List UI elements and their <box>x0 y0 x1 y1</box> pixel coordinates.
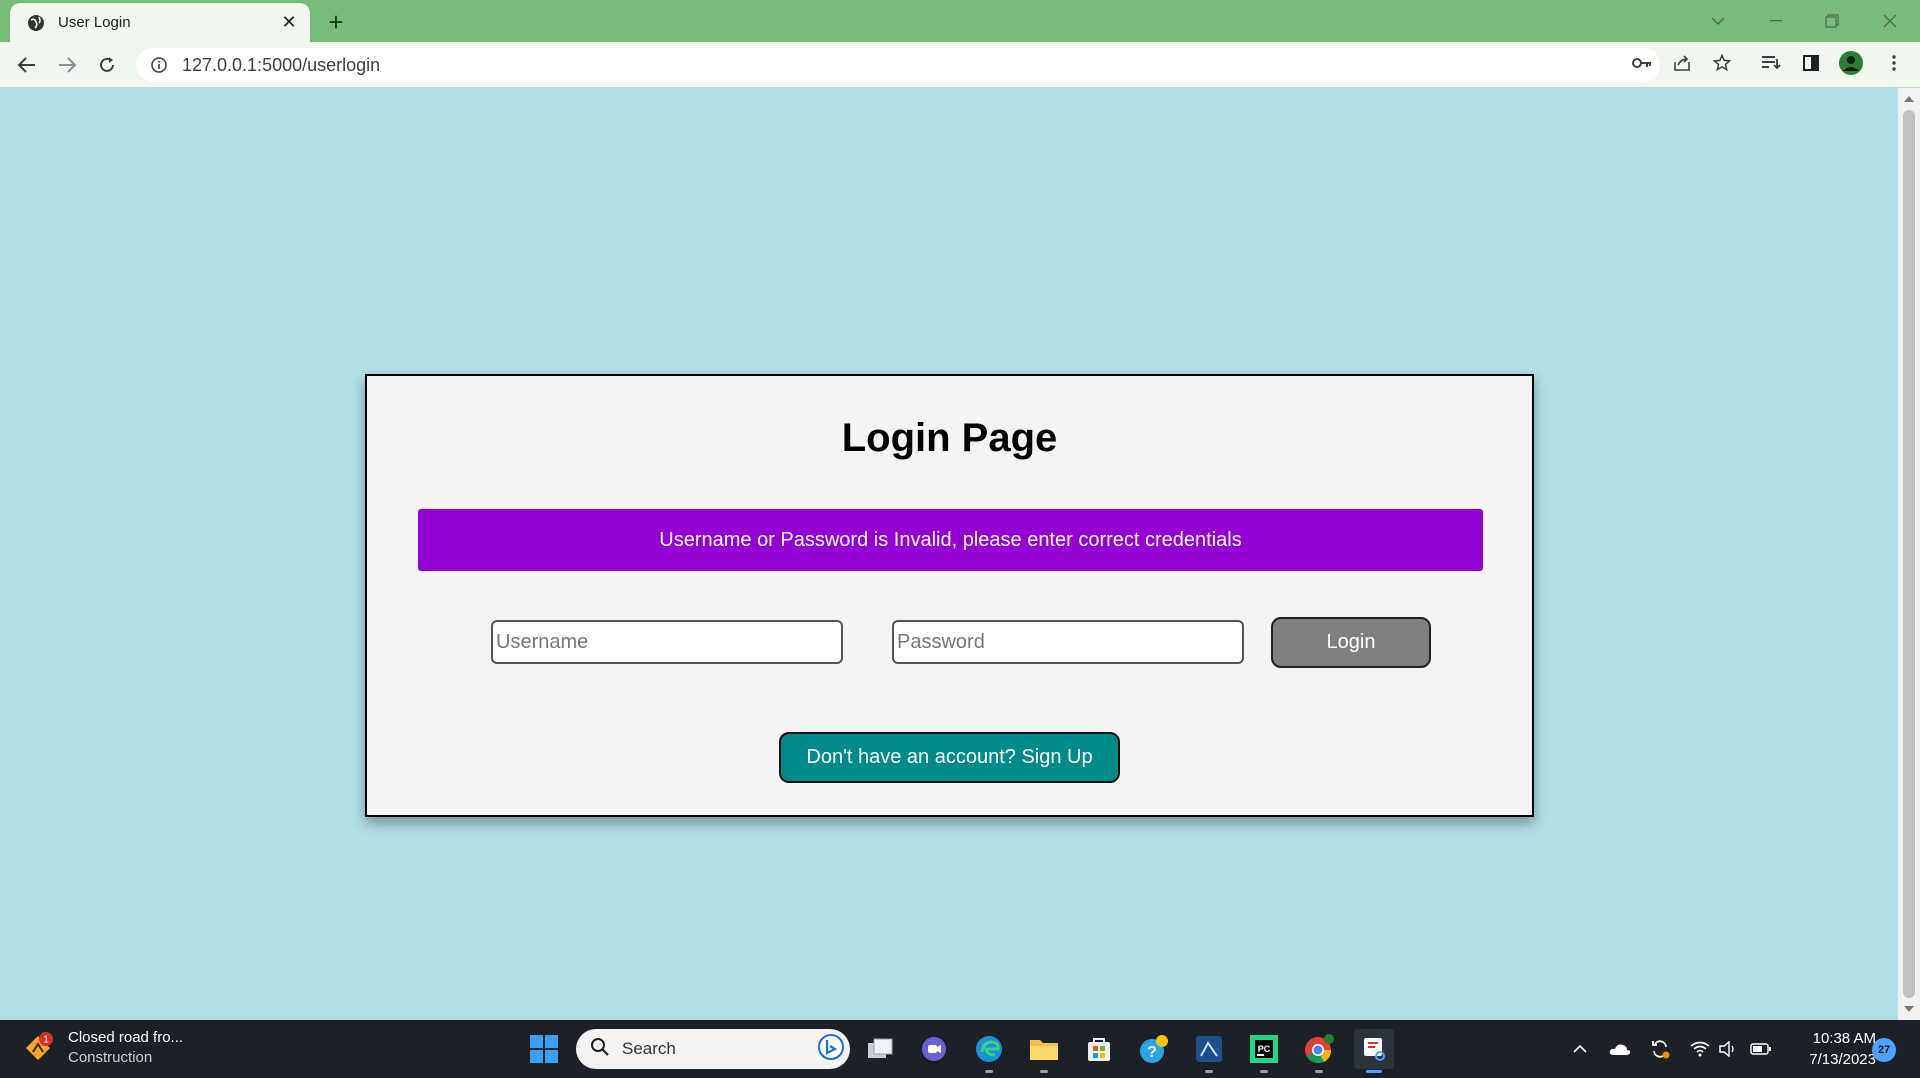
new-tab-button[interactable]: + <box>322 7 350 37</box>
running-indicator <box>1315 1070 1323 1073</box>
signup-button[interactable]: Don't have an account? Sign Up <box>779 732 1120 783</box>
login-button[interactable]: Login <box>1271 617 1431 668</box>
restore-button[interactable] <box>1810 6 1854 36</box>
tab-strip: User Login ✕ + <box>0 0 1920 42</box>
bing-icon[interactable] <box>818 1033 844 1065</box>
svg-text:?: ? <box>1147 1044 1157 1061</box>
store-icon[interactable] <box>1079 1029 1119 1069</box>
task-view-icon[interactable] <box>860 1029 900 1069</box>
running-indicator <box>1260 1070 1268 1073</box>
road-closed-icon: 1 <box>22 1032 54 1064</box>
bookmark-star-icon[interactable] <box>1707 48 1737 78</box>
scroll-down-arrow[interactable] <box>1904 1006 1914 1012</box>
site-info-icon[interactable] <box>150 56 168 74</box>
search-label: Search <box>622 1039 676 1058</box>
running-indicator <box>985 1070 993 1073</box>
address-bar[interactable]: 127.0.0.1:5000/userlogin <box>136 48 1660 82</box>
scroll-up-arrow[interactable] <box>1904 96 1914 102</box>
weather-subtitle: Construction <box>68 1049 153 1066</box>
clock-time: 10:38 AM <box>1812 1030 1876 1047</box>
battery-icon[interactable] <box>1747 1034 1775 1064</box>
url-text: 127.0.0.1:5000/userlogin <box>182 54 381 75</box>
page-scrollbar[interactable] <box>1898 88 1920 1020</box>
page-viewport: Login Page Username or Password is Inval… <box>0 88 1898 1020</box>
reading-list-icon[interactable] <box>1756 48 1786 78</box>
share-icon[interactable] <box>1667 48 1697 78</box>
close-window-button[interactable] <box>1868 6 1912 36</box>
reload-button[interactable] <box>92 50 122 80</box>
close-tab-icon[interactable]: ✕ <box>278 12 300 34</box>
onedrive-icon[interactable] <box>1606 1034 1634 1064</box>
show-hidden-icons-icon[interactable] <box>1566 1034 1594 1064</box>
search-icon <box>590 1037 610 1062</box>
minimize-button[interactable] <box>1754 6 1798 36</box>
back-button[interactable] <box>12 50 42 80</box>
taskbar: 1 Closed road fro... Construction Search <box>0 1020 1920 1078</box>
wifi-icon[interactable] <box>1686 1034 1714 1064</box>
menu-icon[interactable] <box>1879 48 1909 78</box>
weather-title: Closed road fro... <box>68 1029 184 1046</box>
side-panel-icon[interactable] <box>1796 48 1826 78</box>
running-indicator <box>1040 1070 1048 1073</box>
clock-date: 7/13/2023 <box>1809 1051 1876 1068</box>
browser-tab[interactable]: User Login ✕ <box>10 3 310 42</box>
profile-avatar[interactable] <box>1836 48 1866 78</box>
browser-toolbar: 127.0.0.1:5000/userlogin <box>0 42 1920 88</box>
running-indicator <box>1205 1070 1213 1073</box>
password-input[interactable] <box>892 620 1244 664</box>
weather-badge: 1 <box>43 1035 49 1046</box>
start-icon[interactable] <box>524 1029 564 1069</box>
key-icon[interactable] <box>1627 48 1657 78</box>
username-input[interactable] <box>491 620 843 664</box>
vscode-icon[interactable] <box>1189 1029 1229 1073</box>
file-explorer-icon[interactable] <box>1024 1029 1064 1073</box>
login-card: Login Page Username or Password is Inval… <box>365 374 1534 817</box>
forward-button[interactable] <box>52 50 82 80</box>
edge-icon[interactable] <box>969 1029 1009 1073</box>
taskbar-search[interactable]: Search <box>576 1029 850 1069</box>
volume-icon[interactable] <box>1714 1034 1742 1064</box>
tab-search-icon[interactable] <box>1696 6 1740 36</box>
snipping-tool-icon[interactable] <box>1354 1029 1394 1073</box>
help-icon[interactable]: ? <box>1134 1029 1174 1069</box>
weather-widget[interactable]: 1 Closed road fro... Construction <box>22 1028 183 1068</box>
active-indicator <box>1366 1070 1382 1073</box>
svg-text:PC: PC <box>1258 1044 1271 1054</box>
error-alert: Username or Password is Invalid, please … <box>418 509 1483 571</box>
scroll-thumb[interactable] <box>1903 110 1915 998</box>
sync-icon[interactable] <box>1646 1034 1674 1064</box>
system-clock[interactable]: 10:38 AM 7/13/2023 <box>1786 1028 1876 1070</box>
notification-badge[interactable]: 27 <box>1872 1038 1896 1062</box>
globe-icon <box>26 13 46 33</box>
chat-icon[interactable] <box>914 1029 954 1069</box>
page-title: Login Page <box>841 416 1058 460</box>
chrome-icon[interactable] <box>1299 1029 1339 1073</box>
pycharm-icon[interactable]: PC <box>1244 1029 1284 1073</box>
tab-title: User Login <box>58 14 131 31</box>
